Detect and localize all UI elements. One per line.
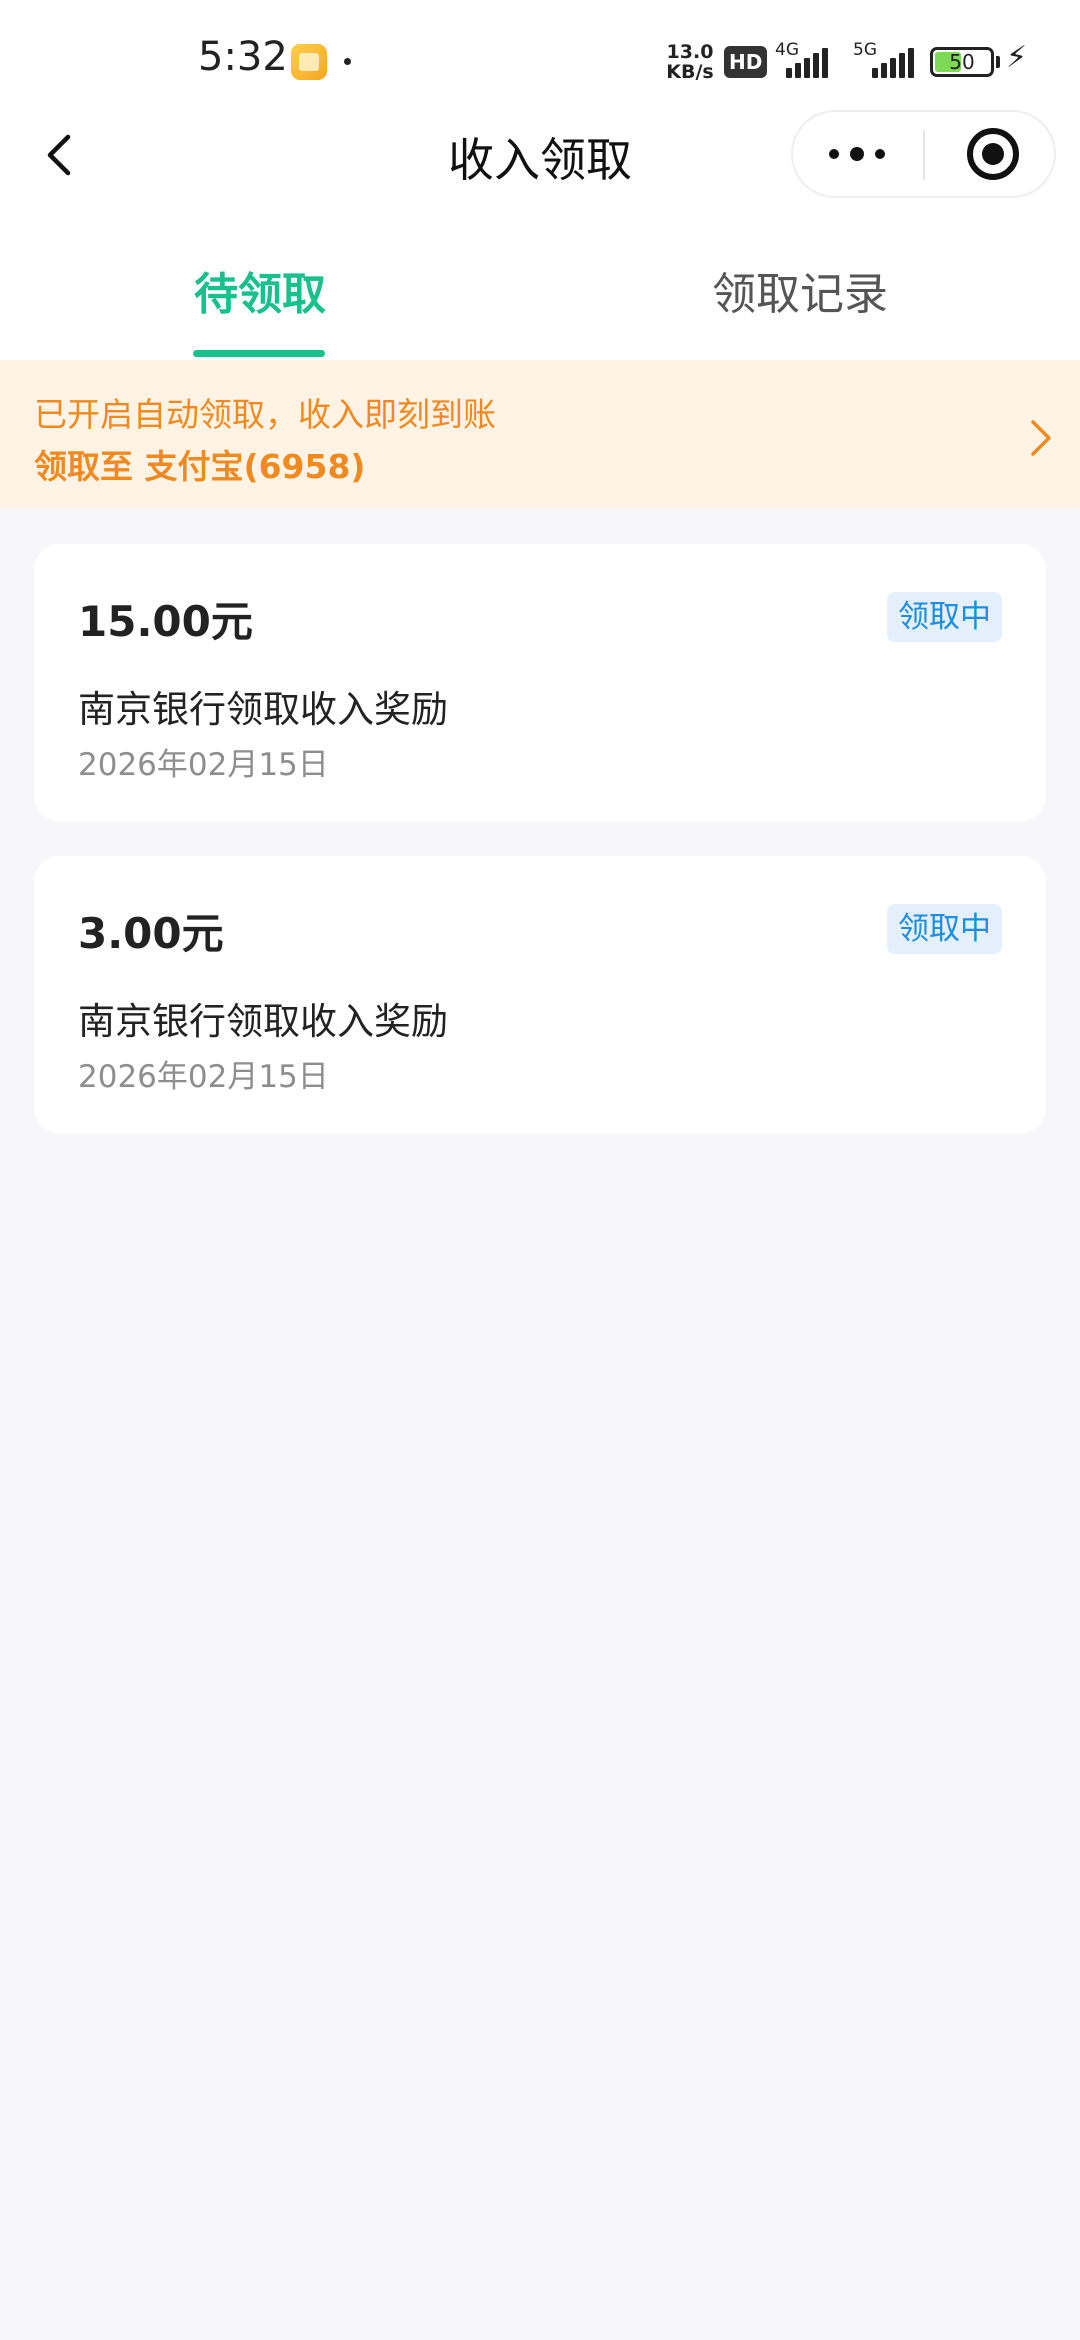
battery-icon: 50 [930, 47, 994, 77]
battery-tip [996, 56, 1000, 68]
payout-account: 领取至 支付宝(6958) [34, 447, 366, 486]
notification-dot-icon [344, 58, 351, 65]
record-amount: 15.00元 [78, 597, 253, 646]
capsule-divider [923, 130, 925, 180]
income-record-card[interactable]: 3.00元 领取中 南京银行领取收入奖励 2026年02月15日 [34, 856, 1046, 1134]
record-date: 2026年02月15日 [78, 747, 329, 783]
bolt-icon: ⚡ [1006, 40, 1028, 75]
hd-voice-badge: HD [724, 46, 768, 78]
status-badge: 领取中 [887, 904, 1002, 954]
more-button[interactable] [829, 112, 899, 196]
record-circle-icon[interactable] [967, 128, 1019, 180]
income-record-card[interactable]: 15.00元 领取中 南京银行领取收入奖励 2026年02月15日 [34, 544, 1046, 822]
more-dots-icon [850, 147, 864, 161]
record-amount: 3.00元 [78, 909, 224, 958]
more-dots-icon [829, 149, 839, 159]
network-speed-unit: KB/s [666, 61, 714, 83]
mini-program-capsule [791, 110, 1056, 198]
page-title: 收入领取 [448, 133, 632, 187]
tab-bar: 待领取 领取记录 [0, 240, 1080, 360]
tab-pending[interactable]: 待领取 [130, 258, 390, 358]
chevron-right-icon [1031, 420, 1051, 456]
more-dots-icon [875, 149, 885, 159]
auto-claim-notice[interactable]: 已开启自动领取，收入即刻到账 领取至 支付宝(6958) [0, 360, 1080, 508]
network-speed: 13.0 KB/s [664, 42, 716, 82]
status-badge: 领取中 [887, 592, 1002, 642]
record-title: 南京银行领取收入奖励 [78, 1000, 448, 1043]
active-tab-indicator [193, 350, 325, 357]
chevron-left-icon [47, 134, 71, 176]
back-button[interactable] [30, 125, 90, 185]
battery-level: 50 [949, 50, 975, 74]
notice-text: 已开启自动领取，收入即刻到账 [34, 395, 496, 434]
signal-strength-icon [872, 48, 916, 78]
tab-records[interactable]: 领取记录 [670, 258, 930, 358]
record-title: 南京银行领取收入奖励 [78, 688, 448, 731]
signal-strength-icon [786, 48, 830, 78]
record-date: 2026年02月15日 [78, 1059, 329, 1095]
income-claim-page: 5:32 13.0 KB/s HD 4G 5G 50 ⚡ 收入领取 待领取 领取… [0, 0, 1080, 2340]
gallery-icon [291, 44, 327, 80]
network-speed-value: 13.0 [666, 41, 714, 63]
status-bar: 5:32 13.0 KB/s HD 4G 5G 50 ⚡ [0, 0, 1080, 120]
status-time: 5:32 [198, 34, 288, 80]
